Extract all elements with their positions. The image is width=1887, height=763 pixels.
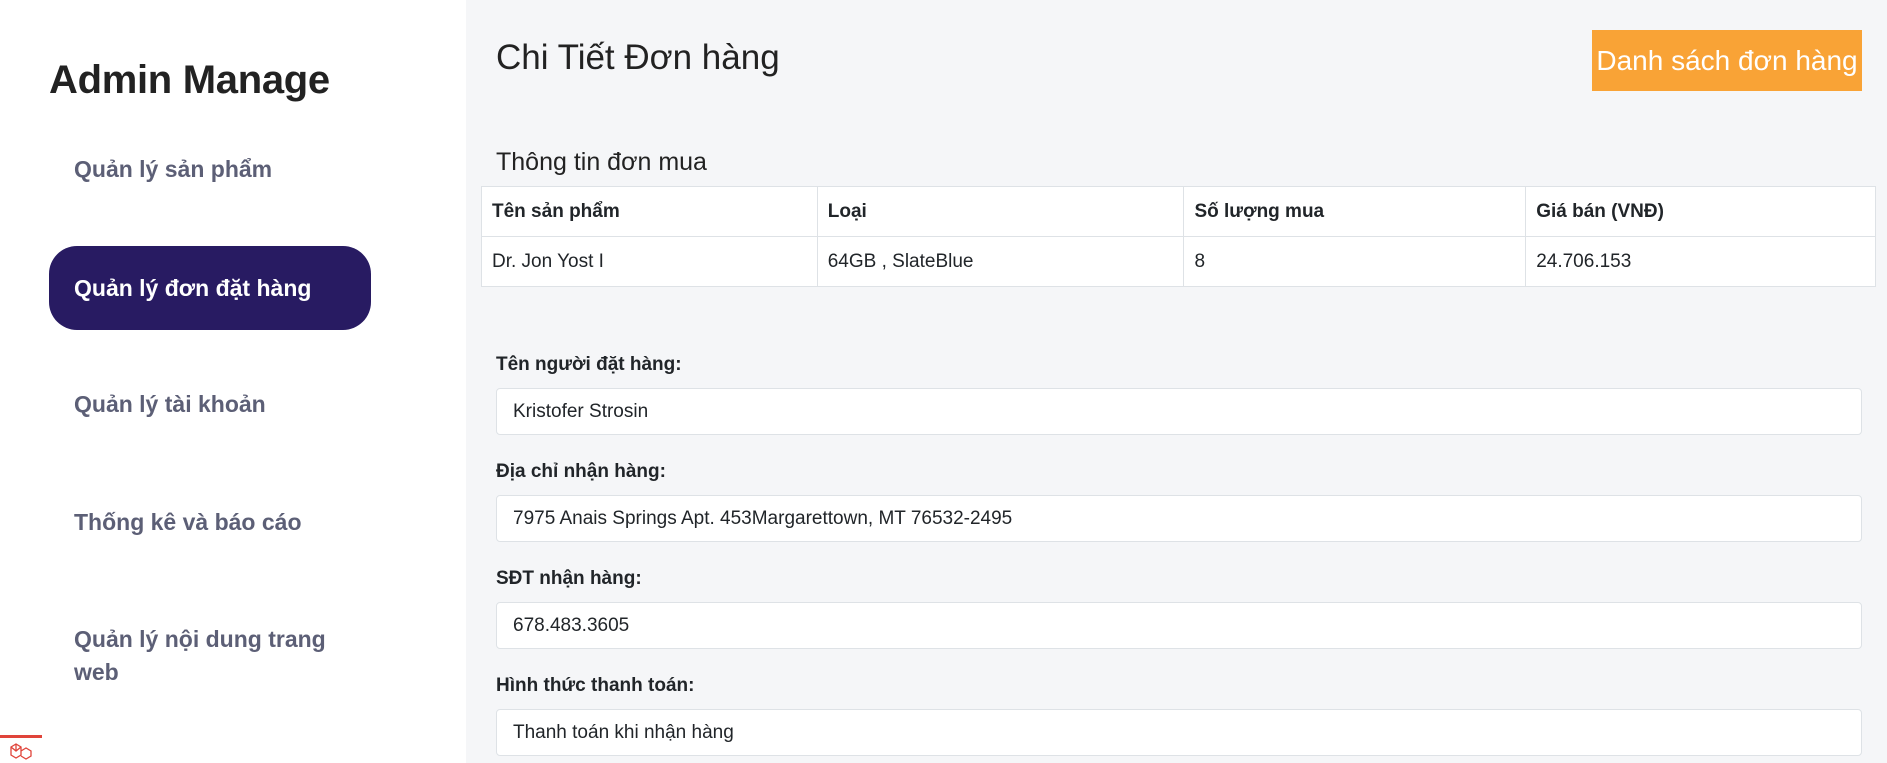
customer-name-field[interactable] <box>496 388 1862 435</box>
phone-label: SĐT nhận hàng: <box>496 568 642 589</box>
laravel-logo-icon[interactable] <box>0 735 42 763</box>
phone-group: SĐT nhận hàng: <box>496 568 1862 649</box>
customer-name-label: Tên người đặt hàng: <box>496 354 682 375</box>
payment-label: Hình thức thanh toán: <box>496 675 695 696</box>
table-header-row: Tên sản phẩm Loại Số lượng mua Giá bán (… <box>481 186 1876 237</box>
column-header-price: Giá bán (VNĐ) <box>1525 186 1876 237</box>
address-field[interactable] <box>496 495 1862 542</box>
sidebar: Admin Manage Quản lý sản phẩm Quản lý đơ… <box>0 0 466 763</box>
brand-title: Admin Manage <box>49 58 330 102</box>
address-label: Địa chỉ nhận hàng: <box>496 461 666 482</box>
cell-product-name: Dr. Jon Yost I <box>481 236 818 287</box>
phone-field[interactable] <box>496 602 1862 649</box>
payment-field[interactable] <box>496 709 1862 756</box>
app-root: Admin Manage Quản lý sản phẩm Quản lý đơ… <box>0 0 1887 763</box>
sidebar-item-orders[interactable]: Quản lý đơn đặt hàng <box>49 246 371 330</box>
address-group: Địa chỉ nhận hàng: <box>496 461 1862 542</box>
table-row: Dr. Jon Yost I 64GB , SlateBlue 8 24.706… <box>481 236 1876 287</box>
sidebar-item-products[interactable]: Quản lý sản phẩm <box>49 153 371 186</box>
laravel-logo-icon-svg <box>10 742 32 760</box>
main-content: Chi Tiết Đơn hàng Danh sách đơn hàng Thô… <box>466 0 1887 763</box>
sidebar-item-label: Thống kê và báo cáo <box>74 509 302 535</box>
sidebar-item-label: Quản lý tài khoản <box>74 391 266 417</box>
sidebar-item-accounts[interactable]: Quản lý tài khoản <box>49 388 371 421</box>
cell-quantity: 8 <box>1183 236 1527 287</box>
sidebar-item-label: Quản lý sản phẩm <box>74 156 273 182</box>
sidebar-item-reports[interactable]: Thống kê và báo cáo <box>49 506 371 539</box>
order-items-table: Tên sản phẩm Loại Số lượng mua Giá bán (… <box>481 186 1876 287</box>
sidebar-item-label: Quản lý nội dung trang web <box>74 626 326 685</box>
column-header-quantity: Số lượng mua <box>1183 186 1527 237</box>
sidebar-item-content[interactable]: Quản lý nội dung trang web <box>49 623 349 689</box>
order-list-button[interactable]: Danh sách đơn hàng <box>1592 30 1862 91</box>
cell-price: 24.706.153 <box>1525 236 1876 287</box>
cell-product-type: 64GB , SlateBlue <box>816 236 1185 287</box>
customer-name-group: Tên người đặt hàng: <box>496 354 1862 435</box>
order-info-title: Thông tin đơn mua <box>496 148 707 176</box>
column-header-product: Tên sản phẩm <box>481 186 818 237</box>
payment-group: Hình thức thanh toán: <box>496 675 1862 756</box>
column-header-type: Loại <box>816 186 1185 237</box>
page-title: Chi Tiết Đơn hàng <box>496 38 780 77</box>
sidebar-item-label: Quản lý đơn đặt hàng <box>74 274 312 301</box>
